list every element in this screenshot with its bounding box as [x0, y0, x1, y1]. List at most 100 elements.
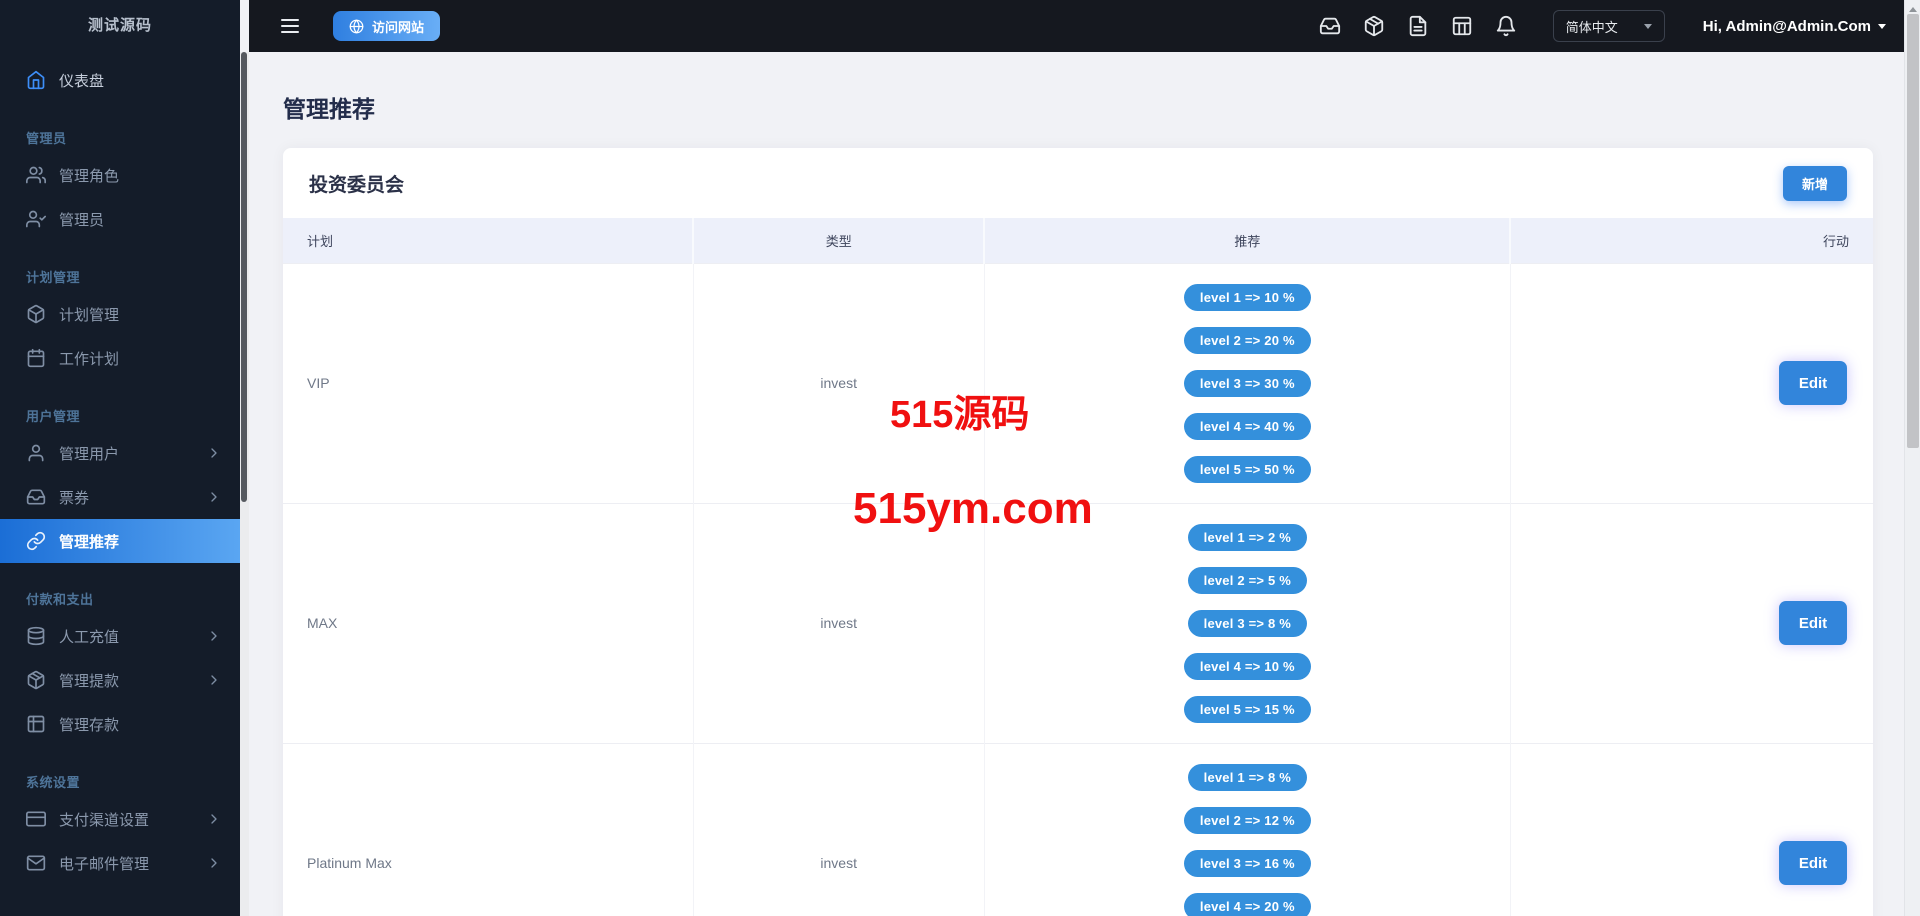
level-badge: level 5 => 50 %: [1183, 455, 1311, 483]
referral-cell: level 1 => 10 % level 2 => 20 % level 3 =>…: [983, 262, 1511, 503]
page-scrollbar-thumb[interactable]: [1907, 14, 1919, 448]
sidebar-item-tickets[interactable]: 票券: [0, 475, 240, 519]
nav-section-label: 计划管理: [26, 270, 81, 285]
language-select[interactable]: 简体中文: [1552, 10, 1665, 42]
table-header-row: 计划 类型 推荐 行动: [283, 218, 1873, 263]
package-icon[interactable]: [1363, 15, 1385, 37]
referral-cell: level 1 => 8 % level 2 => 12 % level 3 => …: [983, 742, 1511, 916]
level-badge: level 3 => 16 %: [1183, 849, 1311, 877]
sidebar-item-label: 管理角色: [59, 167, 120, 185]
database-icon: [26, 626, 46, 646]
main-area: 访问网站 简体中文 Hi, Admin@Admin.Com 管理推荐 投资委员会…: [249, 0, 1920, 916]
table-header-type: 类型: [692, 218, 985, 263]
level-badge: level 1 => 2 %: [1187, 523, 1308, 551]
chevron-right-icon: [206, 672, 222, 688]
user-icon: [26, 443, 46, 463]
plan-cell: Platinum Max: [283, 742, 694, 916]
level-badge: level 4 => 10 %: [1183, 652, 1311, 680]
card-title: 投资委员会: [309, 174, 405, 196]
cube-icon: [26, 304, 46, 324]
chevron-down-icon: [1643, 23, 1652, 29]
table-header-referral: 推荐: [983, 218, 1511, 263]
sidebar-item-manage-referrals[interactable]: 管理推荐: [0, 519, 240, 563]
level-badge: level 5 => 15 %: [1183, 695, 1311, 723]
sidebar-item-label: 电子邮件管理: [59, 855, 150, 873]
level-badge: level 2 => 20 %: [1183, 326, 1311, 354]
edit-button[interactable]: Edit: [1779, 601, 1847, 645]
level-badge: level 4 => 40 %: [1183, 412, 1311, 440]
level-badge: level 1 => 8 %: [1187, 763, 1308, 791]
users-icon: [26, 165, 46, 185]
sidebar-item-manual-recharge[interactable]: 人工充值: [0, 614, 240, 658]
sidebar-item-manage-withdrawals[interactable]: 管理提款: [0, 658, 240, 702]
sidebar-item-manage-deposits[interactable]: 管理存款: [0, 702, 240, 746]
user-name: Hi, Admin@Admin.Com: [1702, 17, 1871, 35]
chevron-right-icon: [206, 855, 222, 871]
home-icon: [26, 70, 46, 90]
nav-section-label: 付款和支出: [26, 592, 94, 607]
inbox-icon: [26, 487, 46, 507]
link-icon: [26, 531, 46, 551]
sidebar-item-label: 管理提款: [59, 672, 120, 690]
level-badge: level 1 => 10 %: [1183, 283, 1311, 311]
file-icon[interactable]: [1407, 15, 1429, 37]
inbox-icon[interactable]: [1319, 15, 1341, 37]
type-cell: invest: [692, 502, 985, 743]
level-badge: level 3 => 8 %: [1187, 609, 1308, 637]
table-header-action: 行动: [1509, 218, 1873, 263]
scroll-up-arrow-icon[interactable]: [1909, 7, 1917, 12]
mail-icon: [26, 853, 46, 873]
add-button[interactable]: 新增: [1782, 165, 1847, 201]
chevron-right-icon: [206, 628, 222, 644]
visit-site-button[interactable]: 访问网站: [333, 11, 441, 41]
sidebar-item-work-plan[interactable]: 工作计划: [0, 336, 240, 380]
grid-icon: [26, 714, 46, 734]
language-value: 简体中文: [1565, 19, 1618, 35]
table-row: MAX invest level 1 => 2 % level 2 => 5 % lev…: [283, 502, 1873, 743]
level-badge: level 3 => 30 %: [1183, 369, 1311, 397]
globe-icon: [349, 19, 364, 34]
user-menu[interactable]: Hi, Admin@Admin.Com: [1703, 18, 1886, 35]
level-badge: level 2 => 5 %: [1187, 566, 1308, 594]
sidebar-item-label: 工作计划: [59, 350, 120, 368]
table-icon[interactable]: [1451, 15, 1473, 37]
sidebar-item-dashboard[interactable]: 仪表盘: [0, 58, 240, 102]
chevron-down-icon: [1878, 23, 1886, 29]
sidebar-item-admins[interactable]: 管理员: [0, 197, 240, 241]
sidebar-scrollbar-thumb[interactable]: [241, 52, 247, 502]
sidebar-item-plan-management[interactable]: 计划管理: [0, 292, 240, 336]
sidebar-item-email-management[interactable]: 电子邮件管理: [0, 841, 240, 885]
sidebar-item-label: 仪表盘: [59, 72, 105, 90]
page-title: 管理推荐: [283, 96, 375, 122]
sidebar-item-manage-roles[interactable]: 管理角色: [0, 153, 240, 197]
card-header: 投资委员会 新增: [283, 148, 1873, 218]
referral-cell: level 1 => 2 % level 2 => 5 % level 3 => 8…: [983, 502, 1511, 743]
user-check-icon: [26, 209, 46, 229]
action-cell: Edit: [1509, 742, 1873, 916]
menu-toggle-icon[interactable]: [281, 15, 299, 37]
bell-icon[interactable]: [1495, 15, 1517, 37]
level-badge: level 2 => 12 %: [1183, 806, 1311, 834]
topbar-right: 简体中文 Hi, Admin@Admin.Com: [1319, 10, 1886, 42]
calendar-icon: [26, 348, 46, 368]
action-cell: Edit: [1509, 262, 1873, 503]
sidebar-item-label: 支付渠道设置: [59, 811, 150, 829]
type-cell: invest: [692, 262, 985, 503]
sidebar-scrollbar[interactable]: [240, 52, 249, 916]
table-row: Platinum Max invest level 1 => 8 % level 2 …: [283, 742, 1873, 916]
sidebar-item-payment-channel-settings[interactable]: 支付渠道设置: [0, 797, 240, 841]
edit-button[interactable]: Edit: [1779, 361, 1847, 405]
sidebar-item-manage-users[interactable]: 管理用户: [0, 431, 240, 475]
sidebar-item-label: 计划管理: [59, 306, 120, 324]
edit-button[interactable]: Edit: [1779, 841, 1847, 885]
brand-title: 测试源码: [87, 17, 152, 34]
chevron-right-icon: [206, 811, 222, 827]
credit-card-icon: [26, 809, 46, 829]
topbar: 访问网站 简体中文 Hi, Admin@Admin.Com: [249, 0, 1920, 52]
sidebar-nav: 仪表盘 管理员 管理角色 管理员 计划管理 计划管理 工作计划 用户管理 管理用户 票券 管理推荐付…: [0, 52, 240, 885]
content: 管理推荐 投资委员会 新增 计划 类型 推荐 行动 VIP invest level 1 …: [249, 90, 1920, 916]
nav-section-label: 用户管理: [26, 409, 81, 424]
page-scrollbar[interactable]: [1904, 0, 1920, 916]
sidebar-item-label: 管理推荐: [59, 533, 120, 551]
sidebar-item-label: 管理用户: [59, 445, 120, 463]
